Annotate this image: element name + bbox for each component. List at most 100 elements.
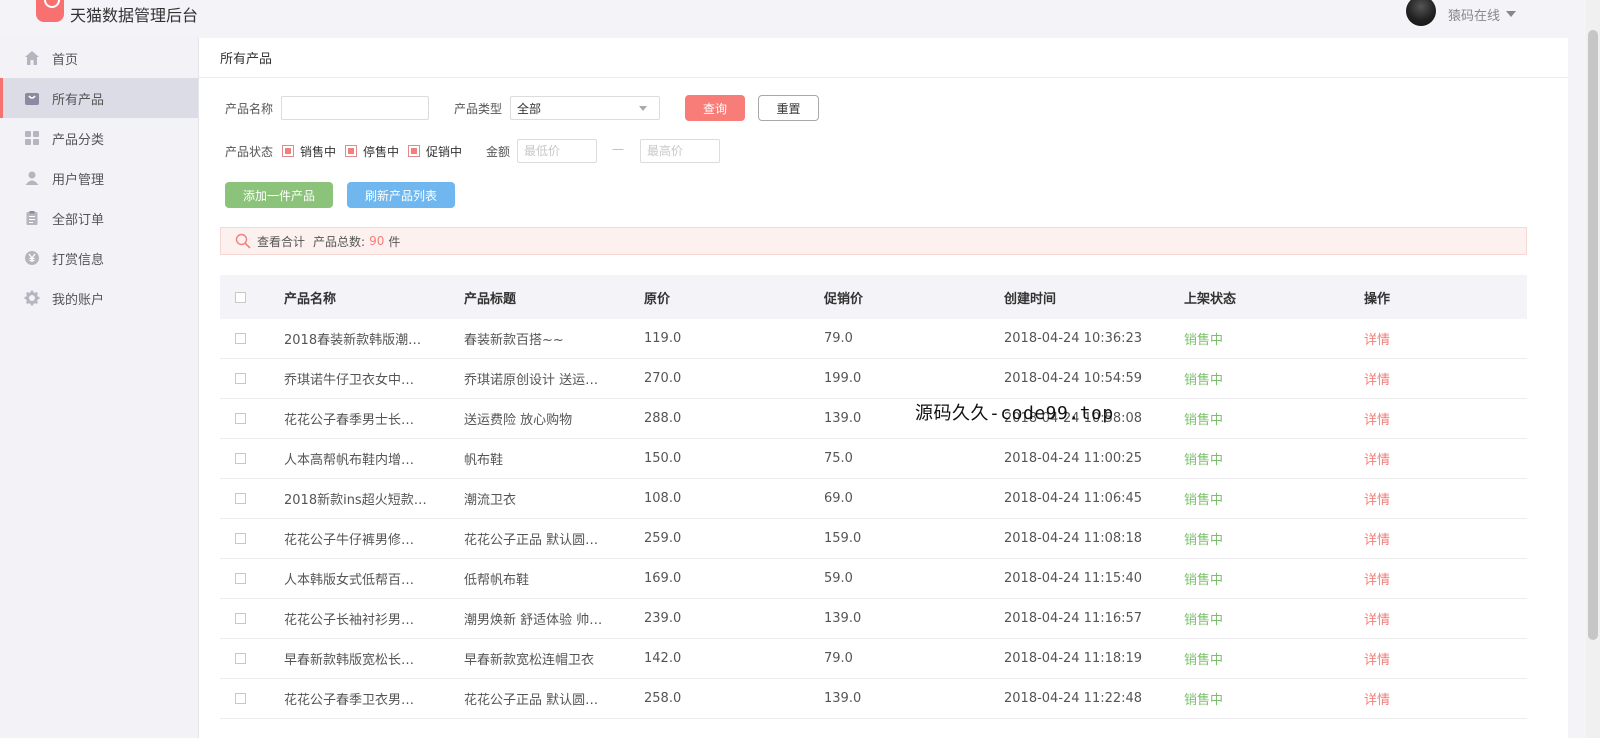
sidebar-item-home[interactable]: 首页 — [0, 38, 198, 78]
promo-price-cell: 159.0 — [824, 531, 862, 546]
user-name[interactable]: 猿码在线 — [1448, 5, 1500, 24]
avatar[interactable] — [1405, 0, 1436, 26]
user-menu[interactable]: 猿码在线 — [1405, 0, 1516, 28]
status-label-promo: 促销中 — [426, 145, 463, 159]
original-price-cell: 288.0 — [644, 411, 682, 426]
table-row: 2018春装新款韩版潮… 春装新款百搭~~ 119.0 79.0 2018-04-24 … — [220, 319, 1527, 359]
table-row: 花花公子长袖衬衫男… 潮男焕新 舒适体验 帅… 239.0 139.0 2018-04-… — [220, 599, 1527, 639]
max-price-input[interactable] — [640, 139, 720, 163]
created-time-cell: 2018-04-24 11:22:48 — [1004, 691, 1143, 706]
detail-link[interactable]: 详情 — [1364, 369, 1504, 388]
chevron-down-icon[interactable] — [1506, 11, 1516, 17]
product-type-value: 全部 — [517, 101, 542, 116]
refresh-list-button[interactable]: 刷新产品列表 — [347, 182, 455, 208]
table-header: 产品名称 产品标题 原价 促销价 创建时间 上架状态 操作 — [220, 275, 1527, 319]
promo-price-cell: 69.0 — [824, 491, 853, 506]
promo-price-cell: 199.0 — [824, 371, 862, 386]
reset-button[interactable]: 重置 — [758, 95, 819, 121]
detail-link[interactable]: 详情 — [1364, 649, 1504, 668]
product-name-cell: 早春新款韩版宽松长… — [284, 653, 415, 668]
original-price-cell: 270.0 — [644, 371, 682, 386]
sidebar-item-all-orders[interactable]: 全部订单 — [0, 198, 198, 238]
status-checkbox-selling[interactable] — [282, 145, 294, 157]
row-checkbox-cell — [220, 413, 284, 424]
product-name-label: 产品名称 — [225, 102, 274, 116]
scrollbar-thumb[interactable] — [1588, 30, 1598, 640]
product-title-cell: 花花公子正品 默认圆… — [464, 693, 599, 708]
created-time-cell: 2018-04-24 10:36:23 — [1004, 331, 1143, 346]
detail-link[interactable]: 详情 — [1364, 609, 1504, 628]
row-checkbox[interactable] — [235, 613, 246, 624]
original-price-cell: 142.0 — [644, 651, 682, 666]
original-price-cell: 119.0 — [644, 331, 682, 346]
status-label-selling: 销售中 — [300, 145, 337, 159]
product-title-cell: 花花公子正品 默认圆… — [464, 533, 599, 548]
table-row: 花花公子春季卫衣男… 花花公子正品 默认圆… 258.0 139.0 2018-04-2… — [220, 679, 1527, 719]
row-checkbox[interactable] — [235, 653, 246, 664]
product-status-label: 产品状态 — [225, 145, 274, 159]
table-row: 2018新款ins超火短款… 潮流卫衣 108.0 69.0 2018-04-24 11… — [220, 479, 1527, 519]
sidebar-item-label: 所有产品 — [52, 92, 105, 108]
table-row: 乔琪诺牛仔卫衣女中… 乔琪诺原创设计 送运… 270.0 199.0 2018-04-2… — [220, 359, 1527, 399]
row-checkbox[interactable] — [235, 693, 246, 704]
detail-link[interactable]: 详情 — [1364, 329, 1504, 348]
original-price-cell: 150.0 — [644, 451, 682, 466]
detail-link[interactable]: 详情 — [1364, 409, 1504, 428]
status-checkbox-promo[interactable] — [408, 145, 420, 157]
table-row: 花花公子春季男士长… 送运费险 放心购物 288.0 139.0 2018-04-24 … — [220, 399, 1527, 439]
status-checkbox-stopped[interactable] — [345, 145, 357, 157]
original-price-cell: 259.0 — [644, 531, 682, 546]
detail-link[interactable]: 详情 — [1364, 689, 1504, 708]
status-cell: 销售中 — [1184, 573, 1224, 588]
created-time-cell: 2018-04-24 11:15:40 — [1004, 571, 1143, 586]
product-type-select[interactable]: 全部 — [510, 96, 660, 120]
detail-link[interactable]: 详情 — [1364, 489, 1504, 508]
row-checkbox-cell — [220, 453, 284, 464]
select-all-checkbox[interactable] — [235, 291, 246, 303]
row-checkbox[interactable] — [235, 413, 246, 424]
detail-link[interactable]: 详情 — [1364, 569, 1504, 588]
status-cell: 销售中 — [1184, 653, 1224, 668]
add-product-button[interactable]: 添加一件产品 — [225, 182, 333, 208]
product-name-cell: 乔琪诺牛仔卫衣女中… — [284, 373, 415, 388]
summary-total-count: 90 — [369, 234, 385, 248]
table-row: 花花公子牛仔裤男修… 花花公子正品 默认圆… 259.0 159.0 2018-04-2… — [220, 519, 1527, 559]
column-header: 操作 — [1364, 291, 1391, 307]
row-checkbox[interactable] — [235, 333, 246, 344]
bag-icon — [24, 90, 40, 106]
sidebar-item-my-account[interactable]: 我的账户 — [0, 278, 198, 318]
product-name-cell: 花花公子长袖衬衫男… — [284, 613, 415, 628]
status-cell: 销售中 — [1184, 373, 1224, 388]
row-checkbox[interactable] — [235, 373, 246, 384]
row-checkbox-cell — [220, 613, 284, 624]
row-checkbox[interactable] — [235, 453, 246, 464]
row-checkbox[interactable] — [235, 573, 246, 584]
summary-label: 查看合计 — [257, 234, 306, 249]
sidebar-item-label: 产品分类 — [52, 132, 105, 148]
row-checkbox[interactable] — [235, 493, 246, 504]
sidebar-item-reward-info[interactable]: 打赏信息 — [0, 238, 198, 278]
row-checkbox-cell — [220, 533, 284, 544]
status-cell: 销售中 — [1184, 693, 1224, 708]
page-title: 所有产品 — [199, 38, 1568, 78]
sidebar-item-user-management[interactable]: 用户管理 — [0, 158, 198, 198]
product-title-cell: 送运费险 放心购物 — [464, 413, 573, 428]
min-price-input[interactable] — [517, 139, 597, 163]
product-title-cell: 低帮帆布鞋 — [464, 573, 530, 588]
main-content: 所有产品 产品名称 产品类型 全部 查询 重置 产品状态 销售中 停售中 促销中… — [199, 38, 1568, 738]
detail-link[interactable]: 详情 — [1364, 449, 1504, 468]
query-button[interactable]: 查询 — [685, 95, 745, 121]
detail-link[interactable]: 详情 — [1364, 529, 1504, 548]
row-checkbox[interactable] — [235, 533, 246, 544]
column-header: 促销价 — [824, 291, 864, 307]
status-cell: 销售中 — [1184, 613, 1224, 628]
app-title: 天猫数据管理后台 — [70, 6, 199, 25]
status-cell: 销售中 — [1184, 493, 1224, 508]
promo-price-cell: 139.0 — [824, 691, 862, 706]
created-time-cell: 2018-04-24 10:54:59 — [1004, 371, 1143, 386]
sidebar-item-product-category[interactable]: 产品分类 — [0, 118, 198, 158]
page-scrollbar[interactable] — [1586, 0, 1600, 738]
clipboard-icon — [24, 210, 40, 226]
product-name-input[interactable] — [281, 96, 429, 120]
sidebar-item-all-products[interactable]: 所有产品 — [0, 78, 198, 118]
